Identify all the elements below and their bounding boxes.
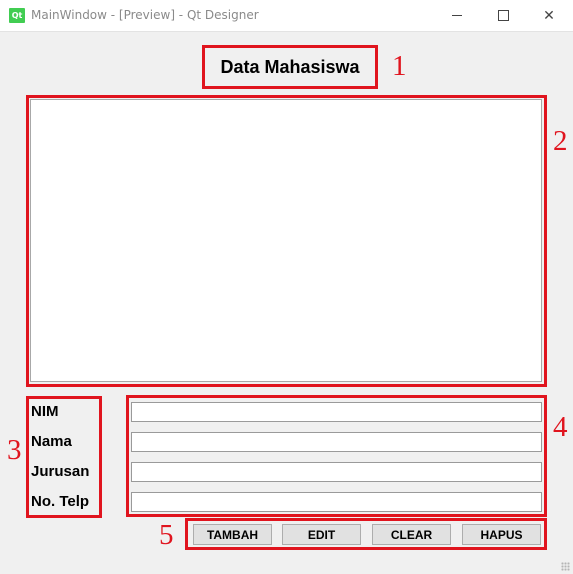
jurusan-label: Jurusan [31, 463, 90, 480]
close-button[interactable]: ✕ [526, 0, 572, 31]
nama-label: Nama [31, 433, 72, 450]
annotation-number-5: 5 [159, 519, 174, 551]
nama-input[interactable] [131, 432, 542, 452]
maximize-button[interactable] [480, 0, 526, 31]
no-telp-input[interactable] [131, 492, 542, 512]
edit-button[interactable]: EDIT [282, 524, 361, 545]
nim-label: NIM [31, 403, 59, 420]
nim-input[interactable] [131, 402, 542, 422]
minimize-button[interactable] [434, 0, 480, 31]
annotation-number-2: 2 [553, 125, 568, 157]
no-telp-label: No. Telp [31, 493, 90, 510]
tambah-button[interactable]: TAMBAH [193, 524, 272, 545]
title-bar: Qt MainWindow - [Preview] - Qt Designer … [0, 0, 573, 32]
page-title: Data Mahasiswa [220, 56, 360, 77]
maximize-icon [497, 10, 509, 21]
qt-icon: Qt [9, 8, 25, 23]
jurusan-input[interactable] [131, 462, 542, 482]
window-title: MainWindow - [Preview] - Qt Designer [31, 8, 259, 22]
annotation-number-1: 1 [392, 50, 407, 82]
annotation-number-3: 3 [7, 434, 22, 466]
data-list-view[interactable] [30, 99, 542, 382]
close-icon: ✕ [543, 7, 555, 24]
resize-grip-icon[interactable] [561, 562, 570, 571]
hapus-button[interactable]: HAPUS [462, 524, 541, 545]
annotation-number-4: 4 [553, 411, 568, 443]
minimize-icon [452, 15, 462, 16]
clear-button[interactable]: CLEAR [372, 524, 451, 545]
